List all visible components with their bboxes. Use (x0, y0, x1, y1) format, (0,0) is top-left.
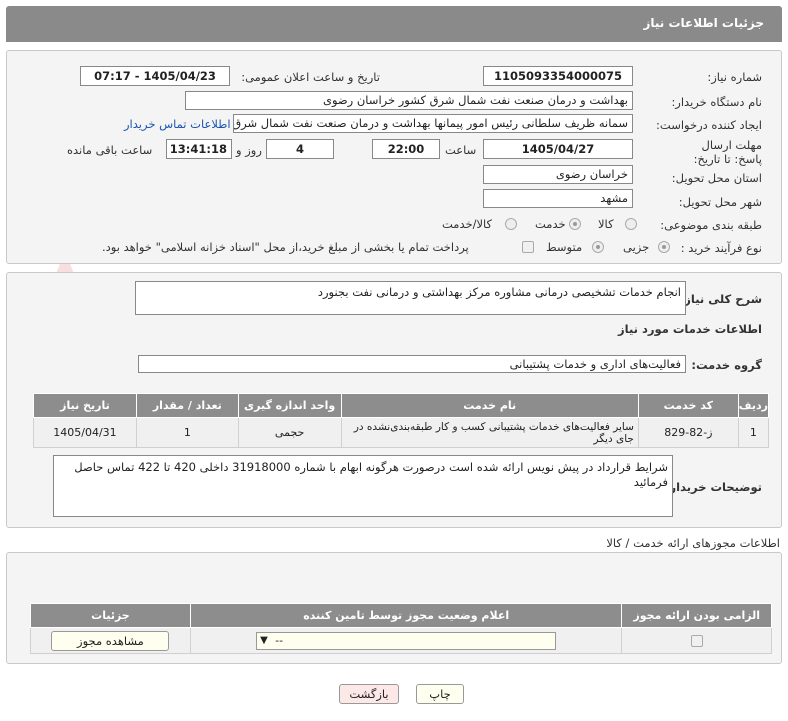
table-row: 1 ز-82-829 سایر فعالیت‌های خدمات پشتیبان… (33, 417, 770, 448)
buyer-org-label: نام دستگاه خریدار: (671, 95, 762, 109)
cell-service-name: سایر فعالیت‌های خدمات پشتیبانی کسب و کار… (340, 417, 639, 448)
col-service-name: نام خدمت (340, 393, 639, 418)
cell-row-number: 1 (737, 417, 770, 448)
buyer-notes-field: شرایط قرارداد در پیش نویس ارائه شده است … (53, 455, 673, 517)
treasury-payment-checkbox[interactable] (522, 241, 534, 253)
buyer-contact-link[interactable]: اطلاعات تماس خریدار (124, 117, 231, 131)
cell-permit-status: -- ▼ (189, 627, 623, 654)
page-header: جزئیات اطلاعات نیاز (6, 6, 782, 42)
permits-table: الزامی بودن ارائه مجوز اعلام وضعیت مجوز … (30, 603, 772, 654)
permits-table-header: الزامی بودن ارائه مجوز اعلام وضعیت مجوز … (30, 603, 772, 628)
category-radio-goods[interactable] (625, 218, 637, 230)
permit-status-select[interactable]: -- ▼ (256, 631, 557, 650)
col-need-date: تاریخ نیاز (33, 393, 137, 418)
deadline-time-field: 22:00 (372, 139, 440, 159)
page-title: جزئیات اطلاعات نیاز (643, 16, 764, 30)
deadline-label: مهلت ارسال پاسخ: تا تاریخ: (693, 138, 762, 166)
col-permit-status: اعلام وضعیت مجوز توسط تامین کننده (189, 603, 623, 628)
process-radio-minor[interactable] (658, 241, 670, 253)
cell-unit: حجمی (237, 417, 342, 448)
service-group-label: گروه خدمت: (691, 358, 762, 372)
services-table-header: ردیف کد خدمت نام خدمت واحد اندازه گیری ت… (33, 393, 770, 418)
process-option-minor: جزیی (623, 240, 650, 254)
category-radio-goods-service[interactable] (505, 218, 517, 230)
chevron-down-icon: ▼ (260, 634, 268, 646)
process-label: نوع فرآیند خرید : (680, 241, 762, 255)
category-option-service: خدمت (535, 217, 566, 231)
buyer-notes-label: توضیحات خریدار: (664, 480, 762, 494)
process-option-medium: متوسط (546, 240, 583, 254)
days-label: روز و (236, 143, 262, 157)
requester-label: ایجاد کننده درخواست: (656, 118, 762, 132)
permits-heading: اطلاعات مجوزهای ارائه خدمت / کالا (606, 536, 780, 550)
category-label: طبقه بندی موضوعی: (660, 218, 762, 232)
need-number-label: شماره نیاز: (707, 70, 762, 84)
buyer-org-field: بهداشت و درمان صنعت نفت شمال شرق کشور خر… (185, 91, 633, 110)
announce-datetime-label: تاریخ و ساعت اعلان عمومی: (241, 70, 380, 84)
category-option-goods: کالا (598, 217, 614, 231)
need-number-field: 1105093354000075 (483, 66, 633, 86)
remaining-time-field: 13:41:18 (166, 139, 232, 159)
announce-datetime-field: 1405/04/23 - 07:17 (80, 66, 230, 86)
summary-label: شرح کلی نیاز: (679, 292, 762, 306)
cell-need-date: 1405/04/31 (33, 417, 137, 448)
col-quantity: تعداد / مقدار (135, 393, 239, 418)
city-label: شهر محل تحویل: (678, 195, 762, 209)
col-permit-details: جزئیات (30, 603, 191, 628)
category-radio-service[interactable] (569, 218, 581, 230)
services-table: ردیف کد خدمت نام خدمت واحد اندازه گیری ت… (33, 393, 770, 448)
deadline-time-label: ساعت (445, 143, 477, 157)
remaining-label: ساعت باقی مانده (67, 143, 153, 157)
city-field: مشهد (483, 189, 633, 208)
summary-field: انجام خدمات تشخیصی درمانی مشاوره مرکز به… (135, 281, 686, 315)
requester-field: سمانه ظریف سلطانی رئیس امور پیمانها بهدا… (233, 114, 633, 133)
col-permit-required: الزامی بودن ارائه مجوز (621, 603, 772, 628)
print-button[interactable]: چاپ (416, 684, 464, 704)
treasury-payment-note: پرداخت تمام یا بخشی از مبلغ خرید،از محل … (102, 240, 469, 254)
process-radio-medium[interactable] (592, 241, 604, 253)
cell-quantity: 1 (135, 417, 239, 448)
table-row: -- ▼ مشاهده مجوز (30, 627, 772, 654)
service-group-field: فعالیت‌های اداری و خدمات پشتیبانی (138, 355, 686, 373)
services-heading: اطلاعات خدمات مورد نیاز (618, 322, 762, 336)
cell-permit-details: مشاهده مجوز (30, 627, 191, 654)
col-row-number: ردیف (737, 393, 770, 418)
back-button[interactable]: بازگشت (339, 684, 399, 704)
province-field: خراسان رضوی (483, 165, 633, 184)
permit-status-value: -- (275, 633, 284, 647)
category-option-goods-service: کالا/خدمت (442, 217, 493, 231)
col-unit: واحد اندازه گیری (237, 393, 342, 418)
days-field: 4 (266, 139, 334, 159)
deadline-date-field: 1405/04/27 (483, 139, 633, 159)
col-service-code: کد خدمت (637, 393, 739, 418)
cell-permit-required (621, 627, 772, 654)
province-label: استان محل تحویل: (671, 171, 762, 185)
permit-required-checkbox[interactable] (690, 635, 703, 647)
cell-service-code: ز-82-829 (637, 417, 739, 448)
view-permit-button[interactable]: مشاهده مجوز (51, 630, 170, 651)
